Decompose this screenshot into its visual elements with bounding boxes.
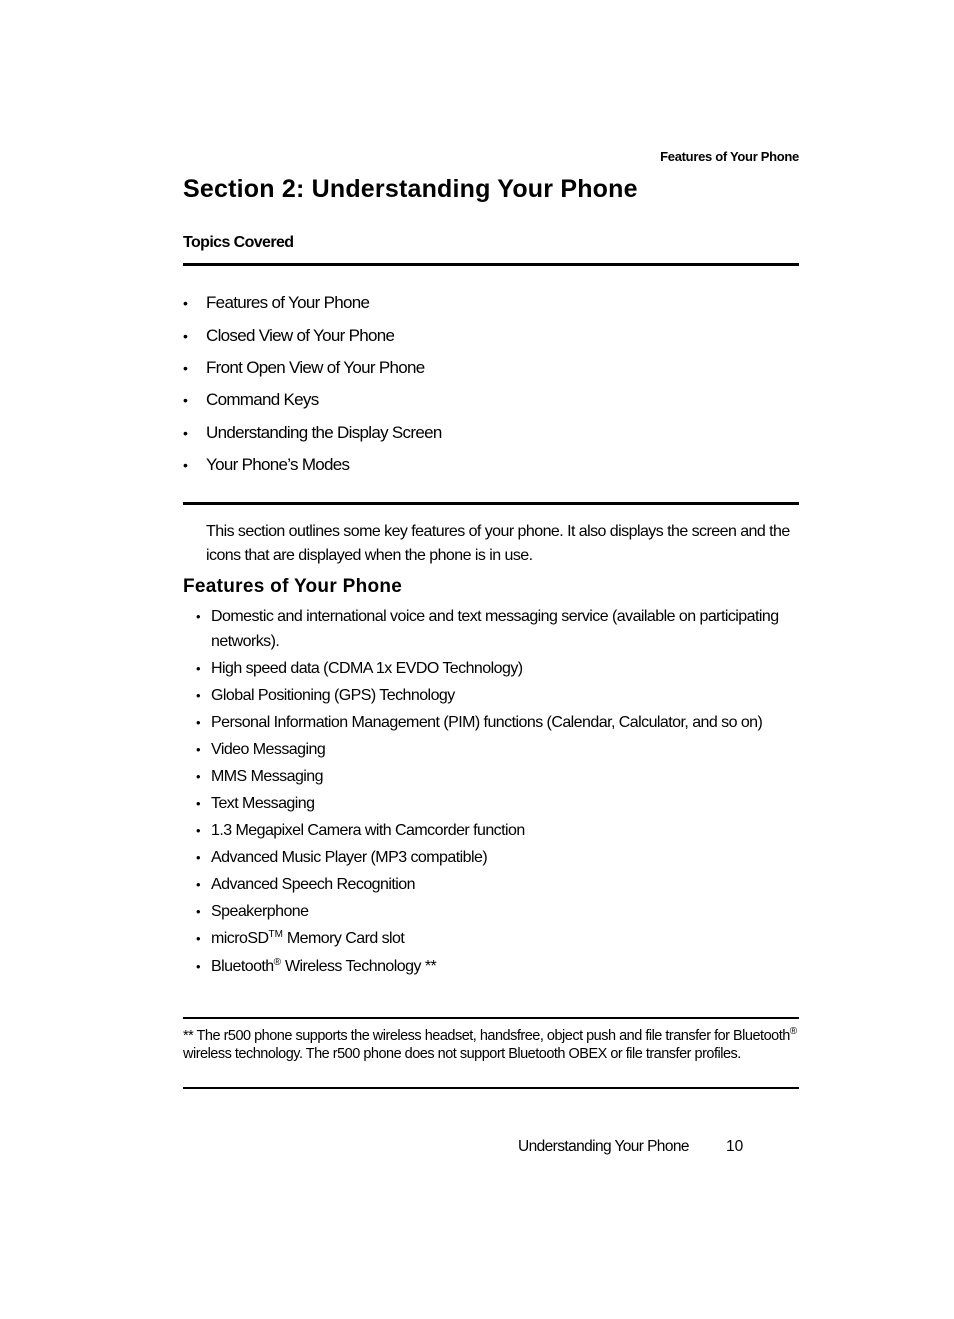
feature-item-bluetooth: • Bluetooth® Wireless Technology ** xyxy=(196,954,796,979)
features-heading: Features of Your Phone xyxy=(183,576,403,597)
running-head: Features of Your Phone xyxy=(660,149,799,164)
feature-label: Text Messaging xyxy=(211,795,315,812)
footer-chapter-title: Understanding Your Phone xyxy=(518,1138,689,1155)
feature-item: • Advanced Speech Recognition xyxy=(196,872,796,897)
registered-symbol: ® xyxy=(273,957,282,968)
topic-item: • Features of Your Phone xyxy=(183,287,442,319)
feature-item: • 1.3 Megapixel Camera with Camcorder fun… xyxy=(196,818,796,843)
topics-covered-heading: Topics Covered xyxy=(183,234,294,251)
microsd-suffix: Memory Card slot xyxy=(282,930,405,947)
features-list: • Domestic and international voice and te… xyxy=(196,604,796,981)
topic-item: • Your Phone’s Modes xyxy=(183,449,442,481)
feature-label: Advanced Speech Recognition xyxy=(211,876,416,893)
topic-item: • Front Open View of Your Phone xyxy=(183,352,442,384)
bullet-icon: • xyxy=(196,742,201,757)
feature-label: Global Positioning (GPS) Technology xyxy=(211,687,455,704)
topics-list: • Features of Your Phone • Closed View of … xyxy=(183,287,442,481)
topic-label: Front Open View of Your Phone xyxy=(206,357,425,377)
feature-item: • Text Messaging xyxy=(196,791,796,816)
bullet-icon: • xyxy=(196,877,201,892)
feature-label: Advanced Music Player (MP3 compatible) xyxy=(211,849,488,866)
footnote-text-2: wireless technology. The r500 phone does… xyxy=(183,1046,741,1062)
feature-item: • Advanced Music Player (MP3 compatible) xyxy=(196,845,796,870)
bullet-icon: • xyxy=(183,359,188,376)
bluetooth-suffix: Wireless Technology ** xyxy=(281,958,437,975)
bullet-icon: • xyxy=(196,823,201,838)
bullet-icon: • xyxy=(183,392,188,409)
bullet-icon: • xyxy=(196,715,201,730)
feature-label: MMS Messaging xyxy=(211,768,324,785)
feature-label: Bluetooth® Wireless Technology ** xyxy=(211,957,437,976)
bullet-icon: • xyxy=(196,850,201,865)
bullet-icon: • xyxy=(196,661,201,676)
feature-label: Speakerphone xyxy=(211,903,309,920)
bullet-icon: • xyxy=(183,295,188,312)
bluetooth-text: Bluetooth xyxy=(211,958,274,975)
feature-item: • Video Messaging xyxy=(196,737,796,762)
bullet-icon: • xyxy=(196,904,201,919)
feature-item: • Speakerphone xyxy=(196,899,796,924)
bullet-icon: • xyxy=(196,931,201,946)
feature-label: Video Messaging xyxy=(211,741,326,758)
bullet-icon: • xyxy=(183,327,188,344)
feature-item: • Domestic and international voice and te… xyxy=(196,604,796,654)
topic-item: • Understanding the Display Screen xyxy=(183,417,442,449)
microsd-text: microSD xyxy=(211,930,269,947)
intro-paragraph: This section outlines some key features … xyxy=(206,523,790,564)
footnote-bottom-rule xyxy=(183,1087,799,1089)
registered-symbol: ® xyxy=(789,1026,798,1037)
divider-rule xyxy=(183,502,799,505)
bullet-icon: • xyxy=(183,424,188,441)
divider-rule xyxy=(183,263,799,266)
topic-label: Understanding the Display Screen xyxy=(206,422,442,442)
footnote-text-1: ** The r500 phone supports the wireless … xyxy=(183,1028,790,1044)
topic-label: Your Phone’s Modes xyxy=(206,455,350,475)
feature-item: • High speed data (CDMA 1x EVDO Technolog… xyxy=(196,656,796,681)
bullet-icon: • xyxy=(196,796,201,811)
feature-item: • Global Positioning (GPS) Technology xyxy=(196,683,796,708)
feature-item: • Personal Information Management (PIM) f… xyxy=(196,710,796,735)
feature-label: microSDTM Memory Card slot xyxy=(211,929,405,948)
feature-label: 1.3 Megapixel Camera with Camcorder func… xyxy=(211,822,525,839)
bullet-icon: • xyxy=(196,609,201,624)
footnote: ** The r500 phone supports the wireless … xyxy=(183,1027,803,1063)
trademark-symbol: TM xyxy=(268,929,283,940)
feature-item: • MMS Messaging xyxy=(196,764,796,789)
section-title: Section 2: Understanding Your Phone xyxy=(183,175,638,203)
topic-label: Features of Your Phone xyxy=(206,293,370,313)
page-number: 10 xyxy=(726,1138,744,1155)
feature-label: Personal Information Management (PIM) fu… xyxy=(211,714,763,731)
bullet-icon: • xyxy=(183,457,188,474)
bullet-icon: • xyxy=(196,688,201,703)
bullet-icon: • xyxy=(196,769,201,784)
topic-item: • Closed View of Your Phone xyxy=(183,319,442,351)
bullet-icon: • xyxy=(196,959,201,974)
feature-item-microsd: • microSDTM Memory Card slot xyxy=(196,926,796,951)
footnote-top-rule xyxy=(183,1017,799,1019)
topic-label: Closed View of Your Phone xyxy=(206,325,395,345)
topic-item: • Command Keys xyxy=(183,384,442,416)
topic-label: Command Keys xyxy=(206,390,319,410)
feature-label: High speed data (CDMA 1x EVDO Technology… xyxy=(211,660,523,677)
feature-label: Domestic and international voice and tex… xyxy=(211,608,779,650)
